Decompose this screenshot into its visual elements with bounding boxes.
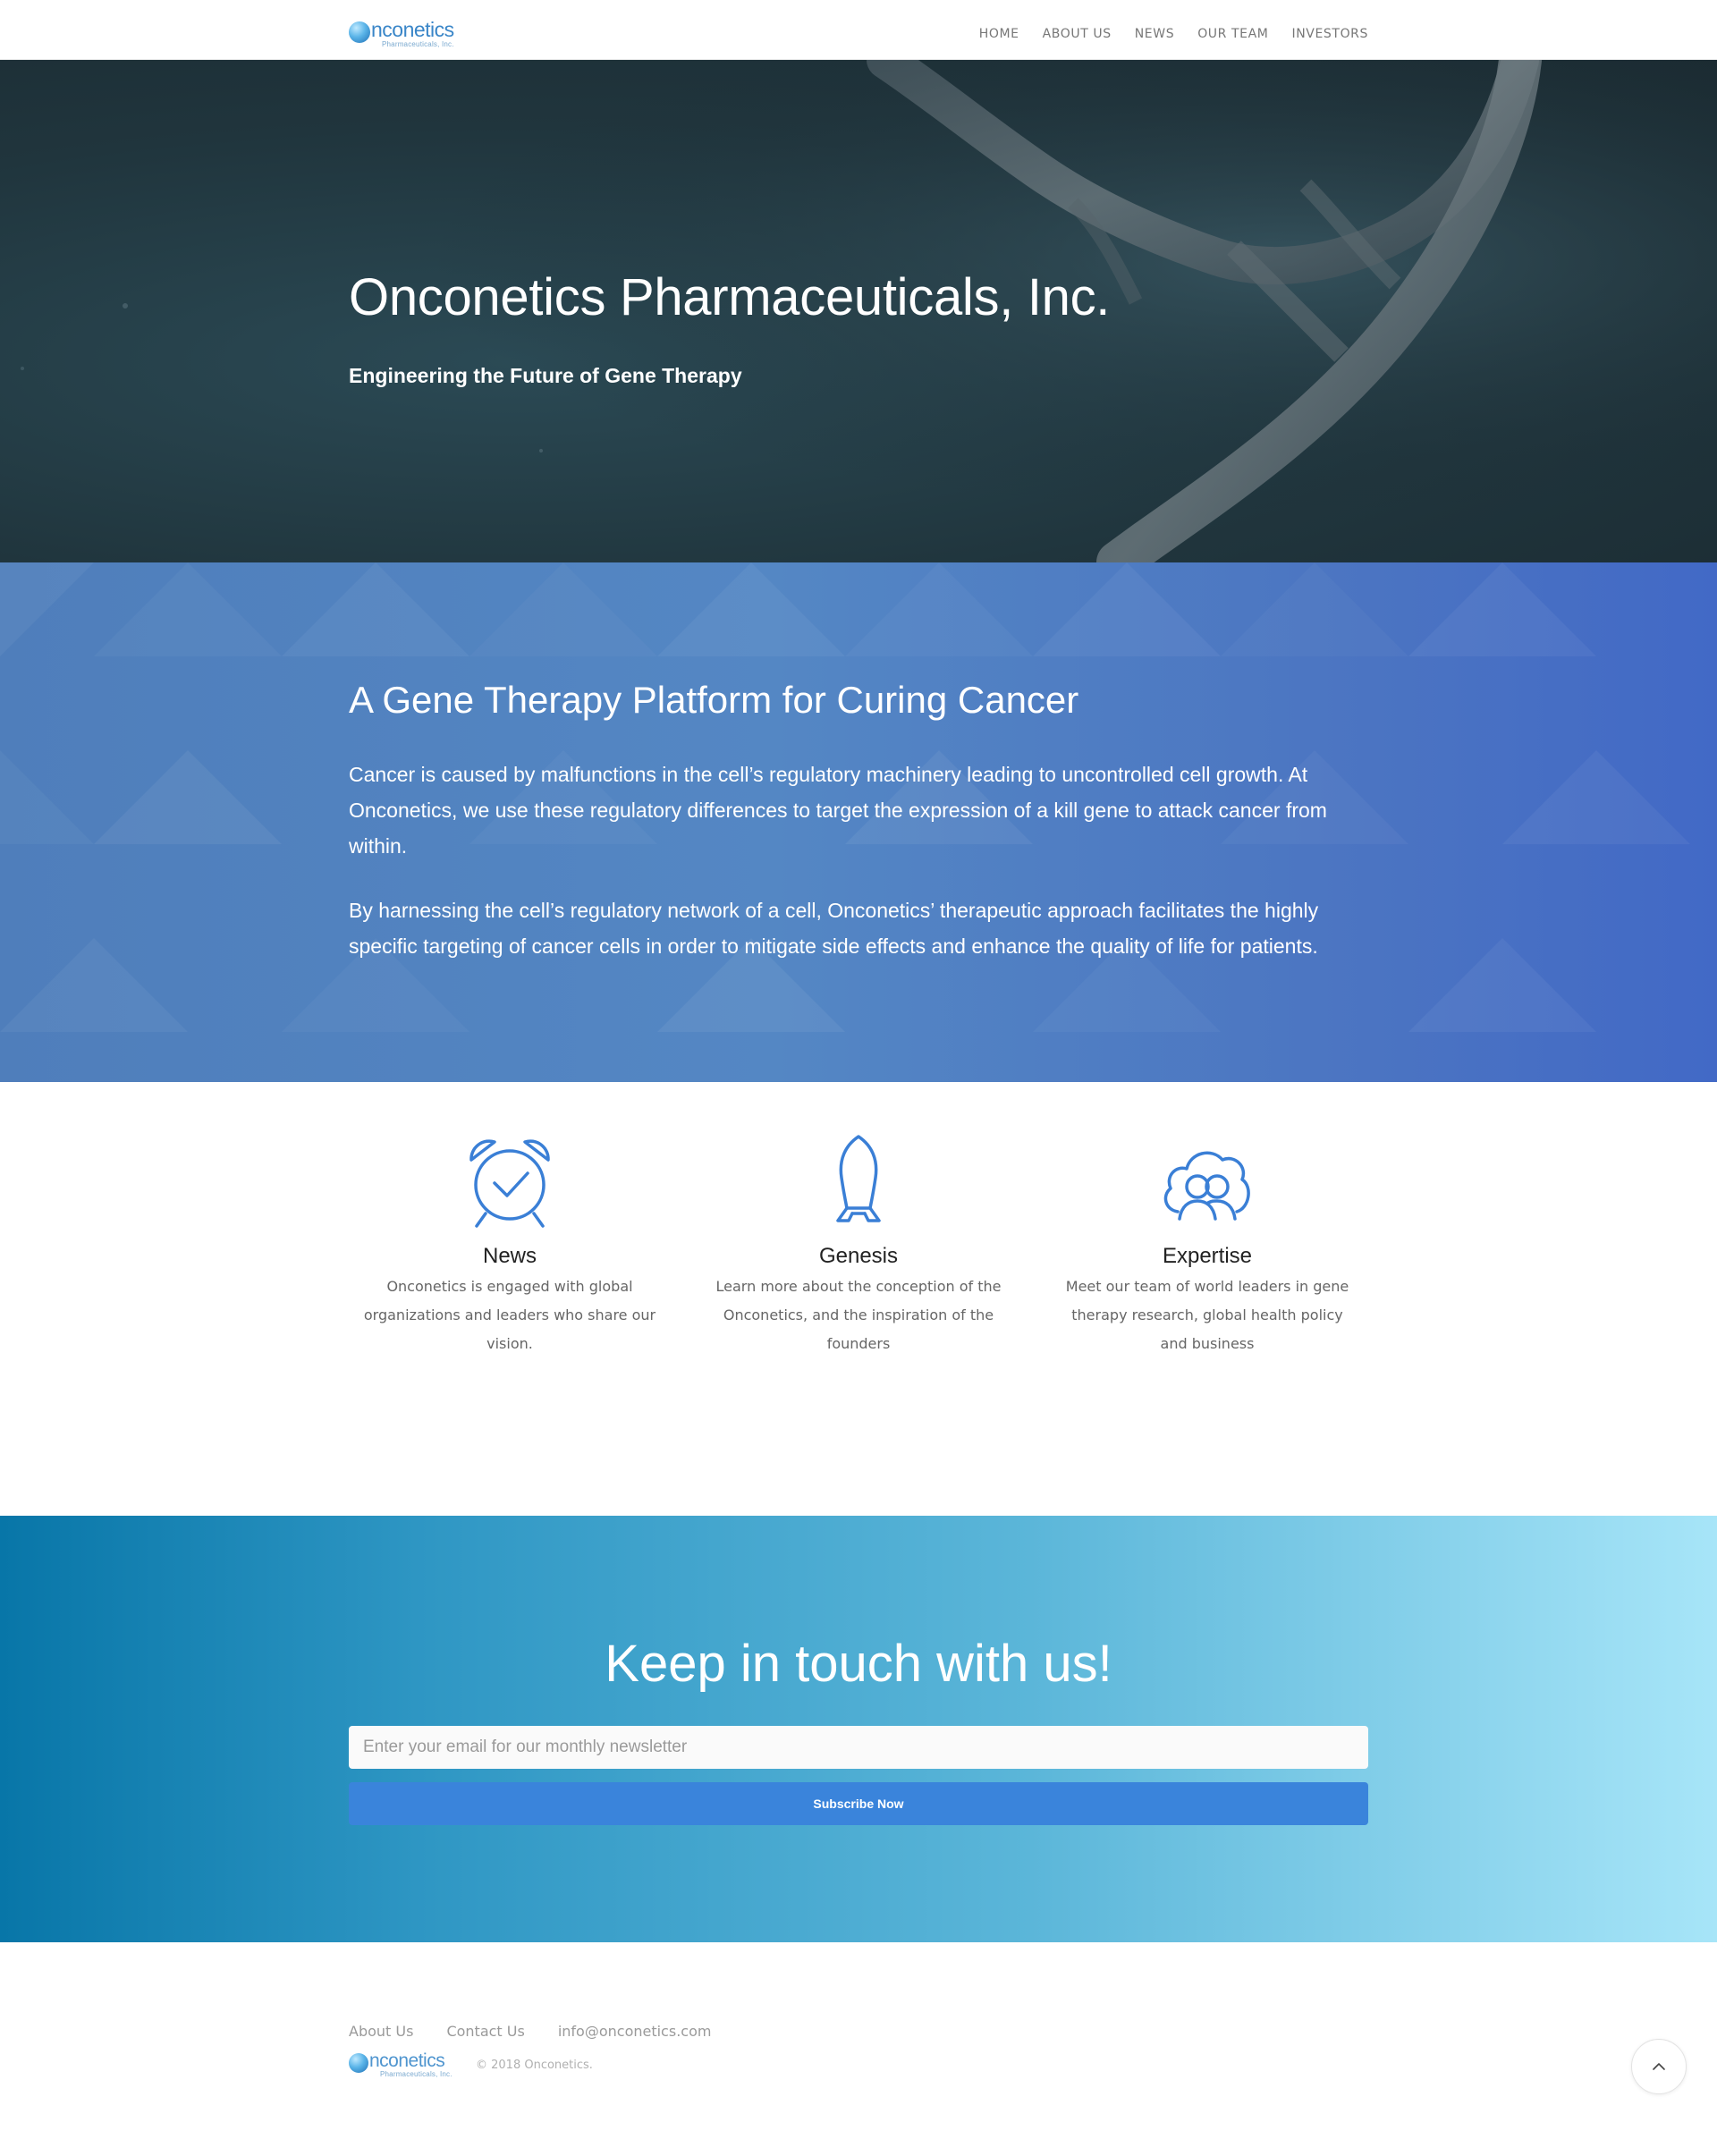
team-icon xyxy=(1163,1151,1250,1221)
logo-name: nconetics xyxy=(371,18,454,41)
feature-expertise-title: Expertise xyxy=(1162,1244,1253,1268)
platform-title: A Gene Therapy Platform for Curing Cance… xyxy=(349,679,1079,721)
footer-links: About Us Contact Us info@onconetics.com xyxy=(349,2023,711,2040)
footer-logo-name: nconetics xyxy=(369,2050,445,2071)
newsletter-email-input[interactable] xyxy=(349,1726,1368,1769)
footer-link-about-us[interactable]: About Us xyxy=(349,2023,413,2040)
nav-our-team[interactable]: OUR TEAM xyxy=(1197,27,1268,41)
footer-logo-subtitle: Pharmaceuticals, Inc. xyxy=(380,2070,453,2078)
feature-news[interactable]: News Onconetics is engaged with global o… xyxy=(358,1131,662,1358)
platform-paragraph-2: By harnessing the cell’s regulatory netw… xyxy=(349,899,1319,958)
nav-news[interactable]: NEWS xyxy=(1135,27,1174,41)
nav-investors[interactable]: INVESTORS xyxy=(1292,27,1369,41)
newsletter-section: Keep in touch with us! Subscribe Now xyxy=(0,1516,1717,1942)
newsletter-title: Keep in touch with us! xyxy=(605,1635,1112,1693)
footer-link-contact-us[interactable]: Contact Us xyxy=(446,2023,524,2040)
feature-expertise-description: Meet our team of world leaders in gene t… xyxy=(1065,1278,1349,1352)
platform-section: A Gene Therapy Platform for Curing Cance… xyxy=(0,562,1717,1082)
logo-globe-icon xyxy=(349,2053,368,2073)
chevron-up-icon xyxy=(1653,2063,1665,2070)
platform-paragraph-1: Cancer is caused by malfunctions in the … xyxy=(349,763,1327,858)
subscribe-button[interactable]: Subscribe Now xyxy=(349,1782,1368,1825)
hero-subtitle: Engineering the Future of Gene Therapy xyxy=(349,364,742,387)
hero-banner: Onconetics Pharmaceuticals, Inc. Enginee… xyxy=(0,60,1717,562)
nav-about-us[interactable]: ABOUT US xyxy=(1043,27,1112,41)
feature-genesis-title: Genesis xyxy=(818,1244,899,1268)
site-logo[interactable]: nconetics Pharmaceuticals, Inc. xyxy=(349,20,454,48)
main-nav: HOME ABOUT US NEWS OUR TEAM INVESTORS xyxy=(979,27,1368,41)
copyright-text: © 2018 Onconetics. xyxy=(476,2059,593,2072)
feature-expertise[interactable]: Expertise Meet our team of world leaders… xyxy=(1055,1131,1359,1358)
site-header: nconetics Pharmaceuticals, Inc. HOME ABO… xyxy=(0,0,1717,60)
rocket-icon xyxy=(836,1135,881,1222)
logo-subtitle: Pharmaceuticals, Inc. xyxy=(382,40,454,48)
footer-logo[interactable]: nconetics Pharmaceuticals, Inc. xyxy=(349,2051,453,2078)
alarm-clock-icon xyxy=(469,1139,550,1228)
feature-news-description: Onconetics is engaged with global organi… xyxy=(363,1278,656,1352)
back-to-top-button[interactable] xyxy=(1631,2039,1687,2094)
logo-globe-icon xyxy=(349,21,370,43)
feature-genesis[interactable]: Genesis Learn more about the conception … xyxy=(706,1131,1011,1358)
hero-title: Onconetics Pharmaceuticals, Inc. xyxy=(349,268,1111,326)
footer-link-email[interactable]: info@onconetics.com xyxy=(558,2023,712,2040)
feature-news-title: News xyxy=(482,1244,537,1268)
feature-genesis-description: Learn more about the conception of the O… xyxy=(715,1278,1002,1352)
nav-home[interactable]: HOME xyxy=(979,27,1019,41)
